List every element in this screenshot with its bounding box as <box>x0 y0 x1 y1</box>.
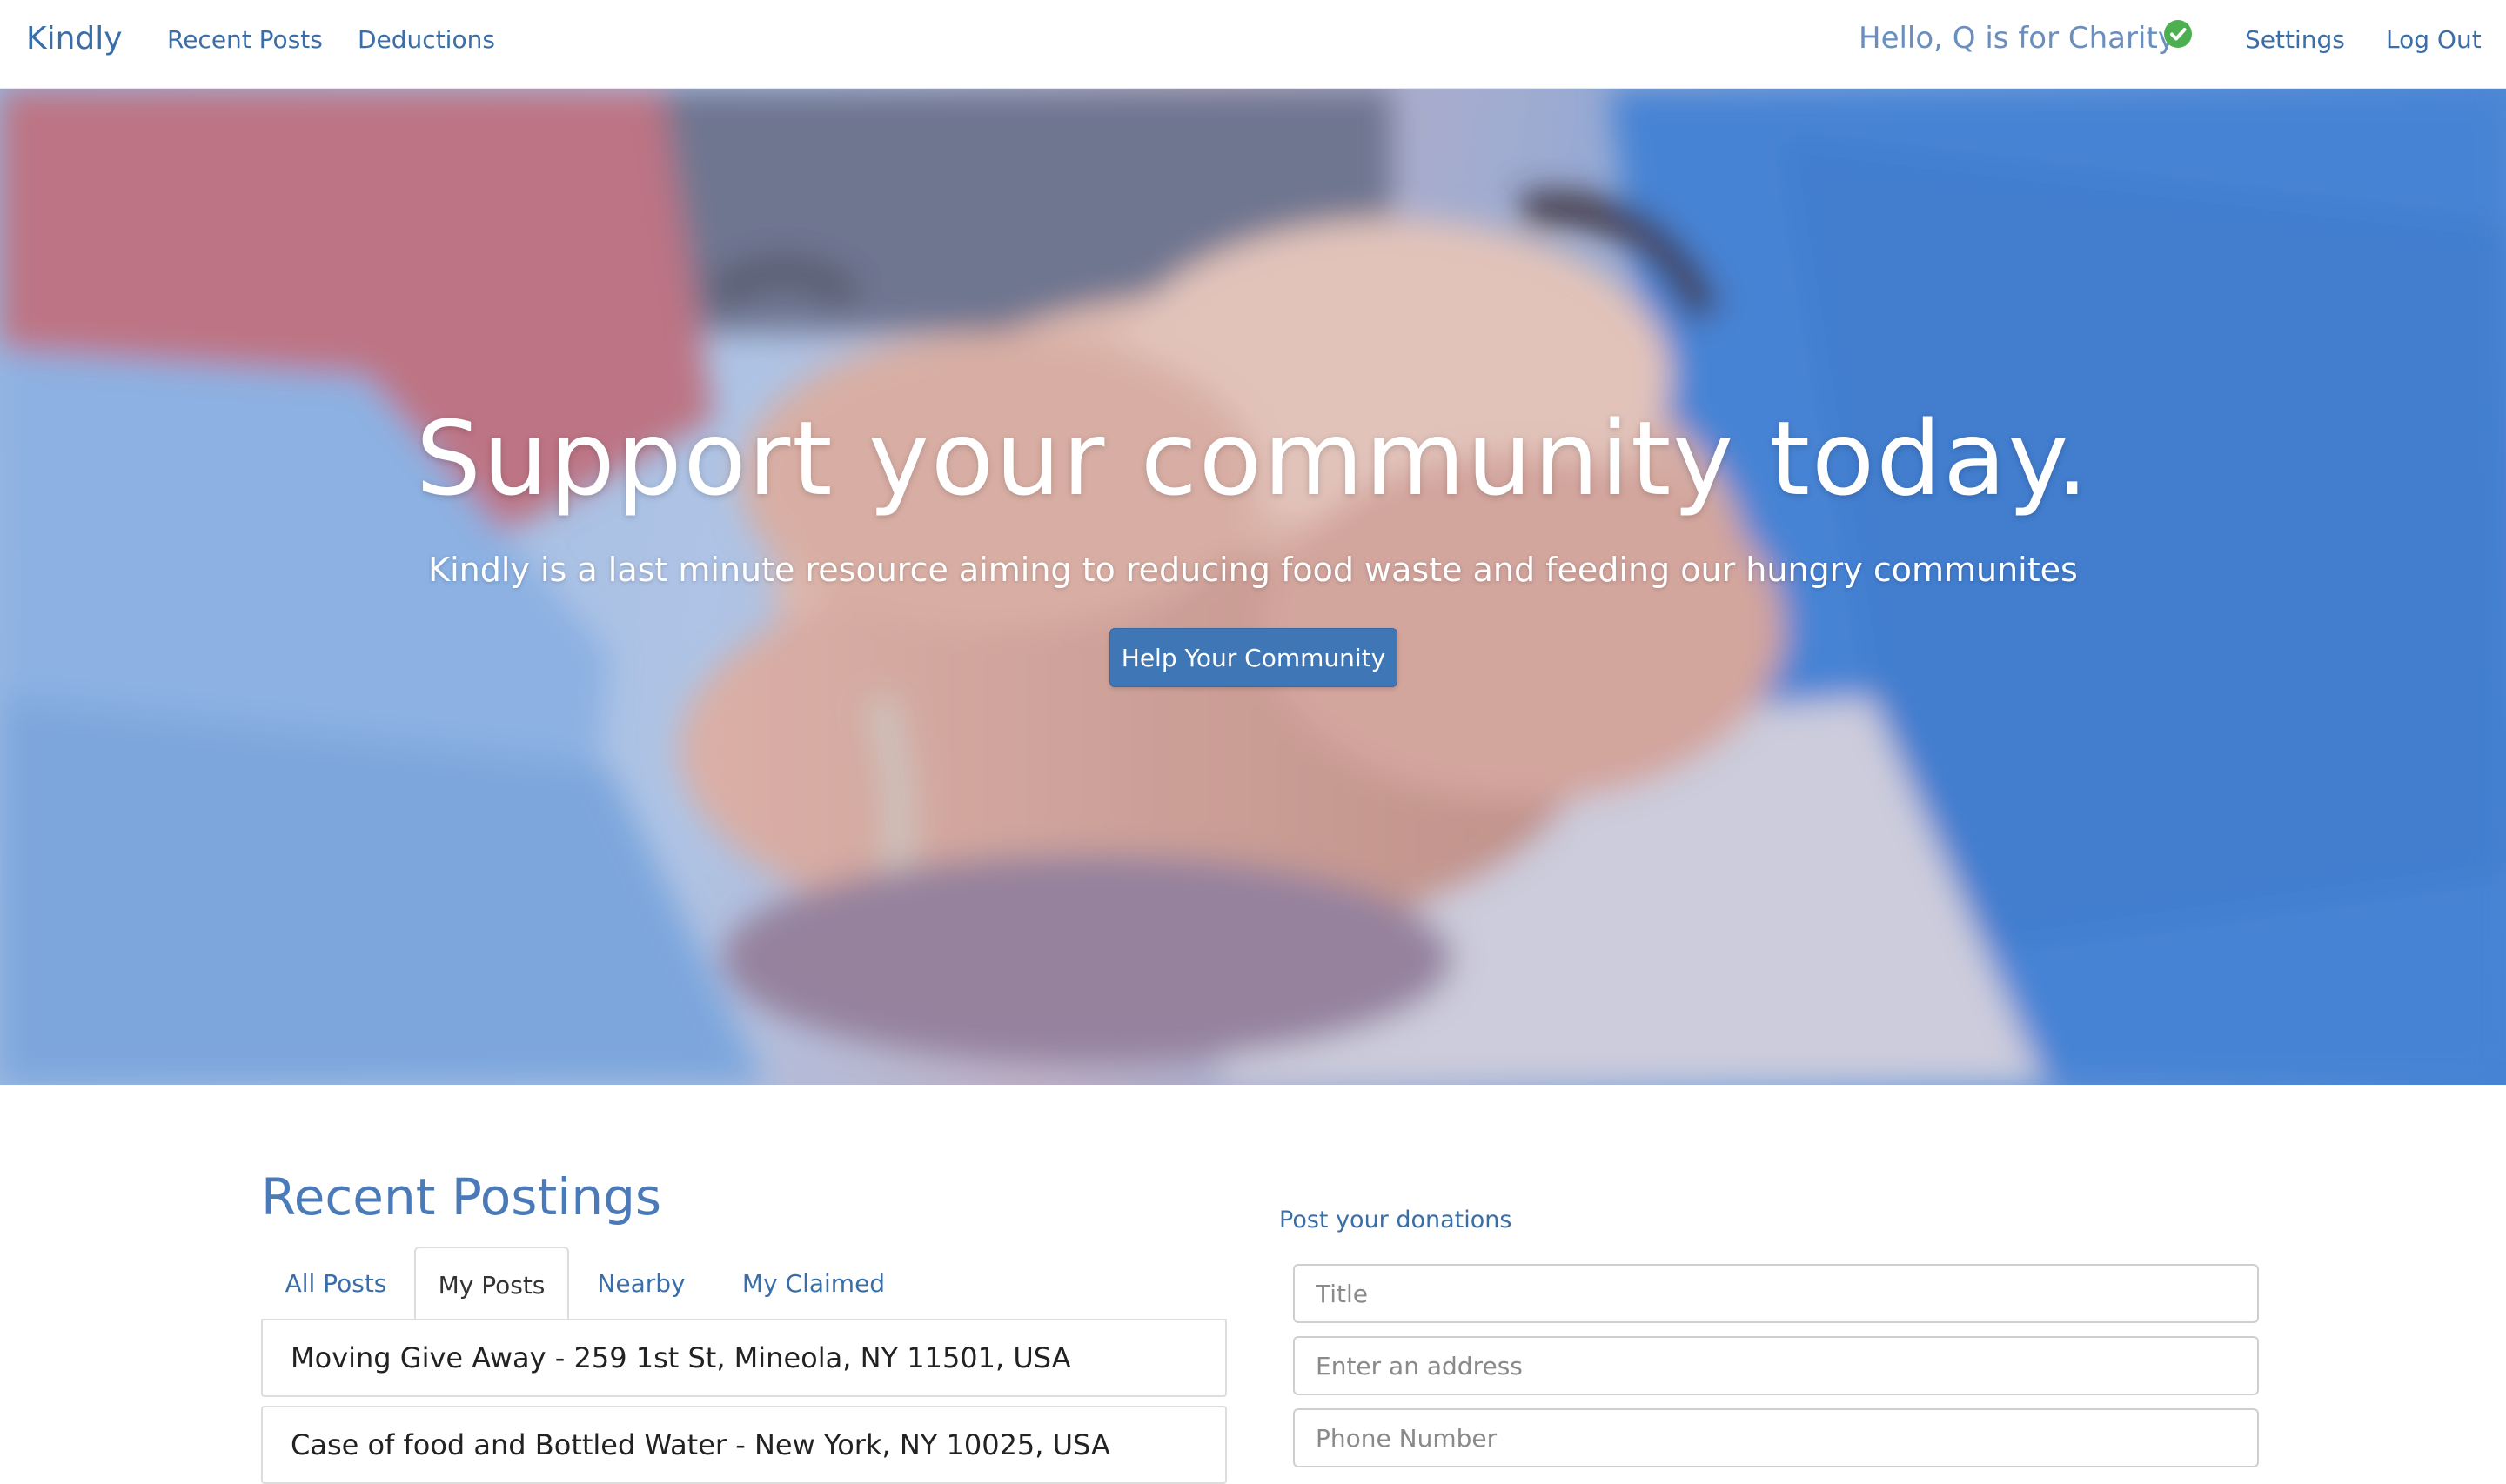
nav-recent-posts[interactable]: Recent Posts <box>167 24 323 56</box>
postings-tabs: All Posts My Posts Nearby My Claimed <box>261 1247 1227 1322</box>
tab-my-claimed[interactable]: My Claimed <box>714 1247 914 1320</box>
tab-my-posts[interactable]: My Posts <box>414 1247 569 1322</box>
tab-nearby[interactable]: Nearby <box>569 1247 714 1320</box>
nav-settings[interactable]: Settings <box>2245 24 2345 56</box>
check-circle-icon <box>2164 20 2192 48</box>
post-donations-heading: Post your donations <box>1279 1207 1512 1233</box>
nav-logout[interactable]: Log Out <box>2386 24 2482 56</box>
title-input[interactable] <box>1293 1264 2259 1323</box>
hero-subtitle: Kindly is a last minute resource aiming … <box>428 551 2078 589</box>
recent-postings-heading: Recent Postings <box>261 1167 662 1227</box>
list-item[interactable]: Moving Give Away - 259 1st St, Mineola, … <box>261 1319 1227 1397</box>
list-item[interactable]: Case of food and Bottled Water - New Yor… <box>261 1406 1227 1484</box>
help-your-community-button[interactable]: Help Your Community <box>1109 628 1397 687</box>
hero-title: Support your community today. <box>416 398 2090 518</box>
address-input[interactable] <box>1293 1336 2259 1395</box>
top-navbar: Kindly Recent Posts Deductions Hello, Q … <box>0 0 2506 89</box>
nav-deductions[interactable]: Deductions <box>358 24 495 56</box>
tab-all-posts[interactable]: All Posts <box>261 1247 411 1320</box>
hero-banner: Support your community today. Kindly is … <box>0 89 2506 1085</box>
brand-logo-link[interactable]: Kindly <box>26 19 123 59</box>
user-greeting: Hello, Q is for Charity <box>1859 21 2175 56</box>
phone-input[interactable] <box>1293 1408 2259 1467</box>
